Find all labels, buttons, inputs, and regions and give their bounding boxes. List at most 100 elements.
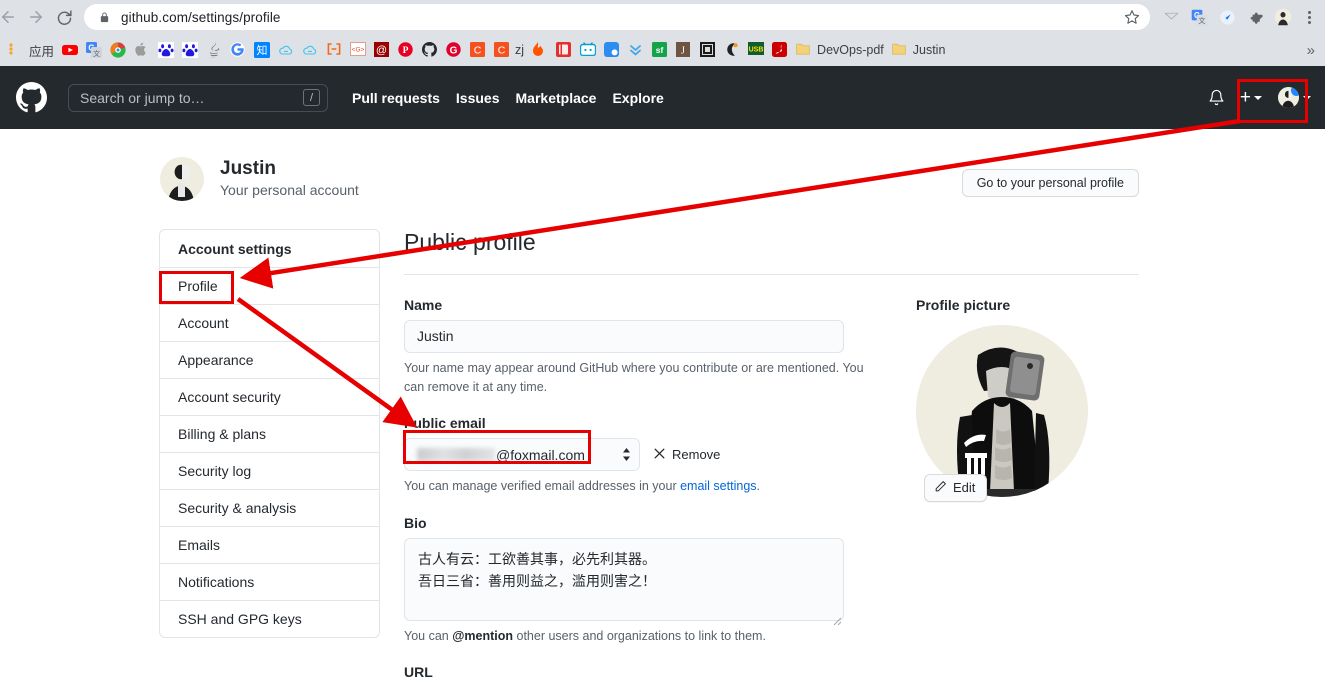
bookmark-item[interactable] — [226, 38, 250, 62]
three-dot-menu-icon[interactable] — [1298, 4, 1320, 30]
bookmark-item[interactable] — [274, 38, 298, 62]
bookmark-item[interactable] — [720, 38, 744, 62]
nav-marketplace[interactable]: Marketplace — [516, 90, 597, 106]
cloud-icon — [302, 42, 318, 58]
x-close-icon — [653, 447, 666, 463]
svg-text:J: J — [681, 45, 685, 56]
bookmark-item[interactable] — [178, 38, 202, 62]
bookmark-item[interactable]: Czj — [490, 38, 528, 62]
bookmark-label: 应用 — [29, 44, 55, 59]
extension-icons: G文 — [1158, 4, 1325, 30]
nav-pull-requests[interactable]: Pull requests — [352, 90, 440, 106]
sidebar-item-notifications[interactable]: Notifications — [160, 564, 379, 601]
sidebar-item-label: Security & analysis — [178, 500, 297, 516]
edit-profile-picture-button[interactable]: Edit — [924, 473, 988, 502]
browser-chrome: github.com/settings/profile G文 — [0, 0, 1325, 66]
bookmark-item[interactable]: 应用 — [4, 38, 58, 62]
profile-picture-image[interactable] — [916, 324, 1088, 497]
bookmark-item[interactable] — [768, 38, 792, 62]
bookmark-item[interactable]: P — [394, 38, 418, 62]
highlight-public-email-select — [403, 430, 591, 464]
bookmark-item[interactable] — [576, 38, 600, 62]
bookmark-item[interactable]: C — [466, 38, 490, 62]
sidebar-item-ssh-and-gpg-keys[interactable]: SSH and GPG keys — [160, 601, 379, 637]
rocket-icon[interactable] — [1214, 4, 1240, 30]
sidebar-item-label: Appearance — [178, 352, 254, 368]
bookmark-item[interactable]: USB — [744, 38, 768, 62]
page-title: Justin — [220, 158, 276, 180]
search-input[interactable]: Search or jump to… / — [68, 83, 328, 112]
google-translate-icon[interactable]: G文 — [1186, 4, 1212, 30]
bio-textarea[interactable]: 古人有云：工欲善其事，必先利其器。 吾日三省：善用则益之，滥用则害之！ — [404, 537, 844, 626]
sidebar-item-label: Account — [178, 315, 229, 331]
bookmark-item[interactable] — [130, 38, 154, 62]
bookmark-item[interactable]: @ — [370, 38, 394, 62]
name-input[interactable]: Justin — [404, 319, 844, 353]
pocket-icon[interactable] — [1158, 4, 1184, 30]
public-email-help-text: You can manage verified email addresses … — [404, 477, 874, 496]
bookmark-item[interactable] — [528, 38, 552, 62]
bookmark-item[interactable] — [624, 38, 648, 62]
bookmark-item[interactable] — [696, 38, 720, 62]
remove-email-button[interactable]: Remove — [653, 447, 720, 463]
bookmark-item[interactable]: Justin — [888, 38, 950, 62]
back-arrow-icon[interactable] — [0, 3, 22, 31]
bio-help-prefix: You can — [404, 628, 453, 643]
sidebar-item-security-analysis[interactable]: Security & analysis — [160, 490, 379, 527]
baidu-icon — [158, 42, 175, 58]
bookmark-item[interactable] — [418, 38, 442, 62]
search-shortcut-key: / — [303, 89, 320, 106]
c-square-icon: C — [470, 42, 486, 58]
bookmark-item[interactable] — [202, 38, 226, 62]
bilibili-icon — [579, 42, 597, 58]
sidebar-item-appearance[interactable]: Appearance — [160, 342, 379, 379]
mention-keyword: @mention — [452, 628, 514, 643]
sidebar-item-account[interactable]: Account — [160, 305, 379, 342]
bookmark-item[interactable] — [58, 38, 82, 62]
reload-icon[interactable] — [50, 3, 78, 31]
c-square-icon: C — [494, 42, 510, 58]
bookmarks-overflow-button[interactable]: » — [1307, 42, 1321, 59]
bio-line-1: 古人有云：工欲善其事，必先利其器。 — [418, 550, 656, 567]
bookmark-item[interactable]: sf — [648, 38, 672, 62]
sidebar-item-security-log[interactable]: Security log — [160, 453, 379, 490]
url-field-group: URL — [404, 664, 844, 680]
puzzle-extensions-icon[interactable] — [1242, 4, 1268, 30]
address-bar[interactable]: github.com/settings/profile — [84, 4, 1150, 30]
chrome-profile-avatar[interactable] — [1270, 4, 1296, 30]
avatar[interactable] — [160, 157, 204, 201]
svg-text:G: G — [450, 45, 458, 56]
forward-arrow-icon[interactable] — [22, 3, 50, 31]
bookmark-item[interactable] — [322, 38, 346, 62]
email-settings-link[interactable]: email settings — [680, 479, 756, 493]
bracket-link-icon — [326, 42, 342, 58]
go-to-personal-profile-button[interactable]: Go to your personal profile — [961, 169, 1139, 197]
sidebar-item-account-security[interactable]: Account security — [160, 379, 379, 416]
g-circle-icon: G — [446, 42, 462, 58]
sidebar-item-billing-plans[interactable]: Billing & plans — [160, 416, 379, 453]
github-mark-icon[interactable] — [8, 82, 54, 113]
bookmark-item[interactable]: DevOps-pdf — [792, 38, 888, 62]
email-help-suffix: . — [756, 479, 761, 494]
bookmark-star-icon[interactable] — [1120, 5, 1144, 29]
bookmark-item[interactable]: J — [672, 38, 696, 62]
resize-grip-icon[interactable] — [832, 609, 842, 626]
bookmark-item[interactable]: <G> — [346, 38, 370, 62]
notification-bell-icon[interactable] — [1204, 85, 1230, 111]
svg-text:P: P — [403, 46, 409, 56]
title-divider — [404, 273, 1139, 275]
nav-issues[interactable]: Issues — [456, 90, 500, 106]
sidebar-item-emails[interactable]: Emails — [160, 527, 379, 564]
profile-picture-section: Profile picture Edit — [844, 297, 1139, 687]
bookmark-item[interactable]: 知 — [250, 38, 274, 62]
bookmark-item[interactable] — [106, 38, 130, 62]
bookmark-item[interactable] — [552, 38, 576, 62]
nav-explore[interactable]: Explore — [612, 90, 663, 106]
bookmark-item[interactable]: G — [442, 38, 466, 62]
svg-text:sf: sf — [656, 45, 664, 55]
bookmark-item[interactable] — [154, 38, 178, 62]
bookmark-item[interactable] — [600, 38, 624, 62]
bookmark-item[interactable] — [298, 38, 322, 62]
cloud-icon — [278, 42, 294, 58]
bookmark-item[interactable]: G文 — [82, 38, 106, 62]
